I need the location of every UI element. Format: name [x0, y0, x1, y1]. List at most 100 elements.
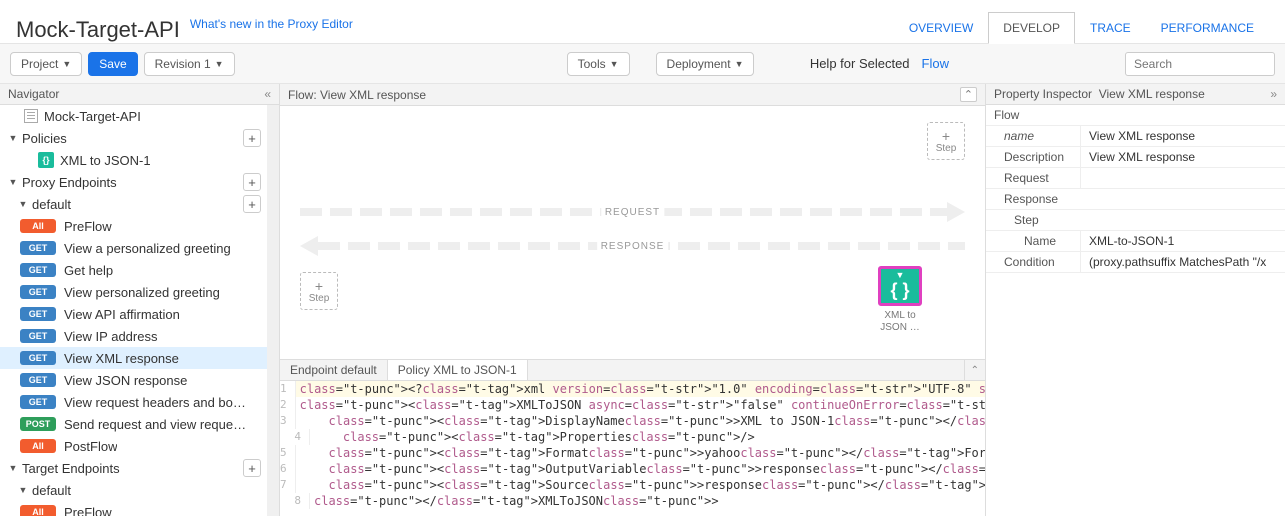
code-line[interactable]: 5 class="t-punc"><class="t-tag">Formatcl…	[280, 445, 985, 461]
verb-badge: GET	[20, 373, 56, 387]
add-target-endpoint-button[interactable]: +	[243, 459, 261, 477]
inspector-request-section: Request	[986, 168, 1285, 189]
code-line[interactable]: 3 class="t-punc"><class="t-tag">DisplayN…	[280, 413, 985, 429]
top-tabs: OVERVIEWDEVELOPTRACEPERFORMANCE	[894, 11, 1269, 43]
document-icon	[24, 109, 38, 123]
inspector-description-row: Description View XML response	[986, 147, 1285, 168]
arrow-right-icon	[947, 202, 965, 222]
request-pipeline: REQUEST	[300, 202, 965, 222]
center-panel: Flow: View XML response ⌃ + Step REQUEST…	[280, 84, 985, 516]
verb-badge: GET	[20, 263, 56, 277]
project-dropdown[interactable]: Project▼	[10, 52, 82, 76]
minimize-canvas-button[interactable]: ⌃	[960, 87, 977, 102]
verb-badge: GET	[20, 241, 56, 255]
plus-icon: +	[942, 129, 950, 143]
verb-badge: GET	[20, 329, 56, 343]
tab-performance[interactable]: PERFORMANCE	[1146, 12, 1269, 43]
flow-item[interactable]: GETView a personalized greeting	[0, 237, 279, 259]
verb-badge: All	[20, 439, 56, 453]
add-flow-button[interactable]: +	[243, 195, 261, 213]
code-line[interactable]: 2class="t-punc"><class="t-tag">XMLToJSON…	[280, 397, 985, 413]
flow-canvas-header: Flow: View XML response ⌃	[280, 84, 985, 106]
revision-dropdown[interactable]: Revision 1▼	[144, 52, 235, 76]
proxy-endpoint-item[interactable]: ▼default+	[0, 193, 279, 215]
save-button[interactable]: Save	[88, 52, 137, 76]
top-header: Mock-Target-API What's new in the Proxy …	[0, 0, 1285, 44]
policy-item[interactable]: {}XML to JSON-1	[0, 149, 279, 171]
chevron-down-icon: ▼	[8, 133, 18, 143]
policies-section[interactable]: ▼ Policies +	[0, 127, 279, 149]
code-line[interactable]: 6 class="t-punc"><class="t-tag">OutputVa…	[280, 461, 985, 477]
flow-item[interactable]: GETView personalized greeting	[0, 281, 279, 303]
minimize-editor-button[interactable]: ⌃	[964, 360, 985, 380]
tab-trace[interactable]: TRACE	[1075, 12, 1146, 43]
verb-badge: GET	[20, 351, 56, 365]
flow-item[interactable]: AllPreFlow	[0, 501, 279, 516]
flow-help-link[interactable]: Flow	[922, 56, 949, 71]
verb-badge: GET	[20, 307, 56, 321]
verb-badge: GET	[20, 395, 56, 409]
tools-dropdown[interactable]: Tools▼	[567, 52, 630, 76]
code-line[interactable]: 4 class="t-punc"><class="t-tag">Properti…	[280, 429, 985, 445]
chevron-down-icon: ▼	[8, 463, 18, 473]
policy-node-label: XML to JSON …	[875, 310, 925, 334]
page-title: Mock-Target-API	[16, 17, 180, 43]
inspector-body: Flow name View XML response Description …	[986, 105, 1285, 516]
chevron-down-icon: ▼	[18, 485, 28, 495]
flow-item[interactable]: GETView IP address	[0, 325, 279, 347]
collapse-inspector-icon[interactable]: »	[1270, 87, 1277, 101]
chevron-down-icon: ▼	[610, 59, 619, 69]
verb-badge: GET	[20, 285, 56, 299]
flow-item[interactable]: POSTSend request and view reque…	[0, 413, 279, 435]
inspector-condition-row: Condition (proxy.pathsuffix MatchesPath …	[986, 252, 1285, 273]
policy-chip[interactable]: ▼ { }	[878, 266, 922, 306]
toolbar: Project▼ Save Revision 1▼ Tools▼ Deploym…	[0, 44, 1285, 84]
flow-item[interactable]: GETGet help	[0, 259, 279, 281]
verb-badge: All	[20, 505, 56, 516]
code-line[interactable]: 1class="t-punc"><?class="t-tag">xml vers…	[280, 381, 985, 397]
code-line[interactable]: 8class="t-punc"></class="t-tag">XMLToJSO…	[280, 493, 985, 509]
code-line[interactable]: 7 class="t-punc"><class="t-tag">Sourcecl…	[280, 477, 985, 493]
flow-item[interactable]: AllPreFlow	[0, 215, 279, 237]
inspector-response-section: Response	[986, 189, 1285, 210]
add-policy-button[interactable]: +	[243, 129, 261, 147]
scrollbar[interactable]	[267, 105, 279, 516]
inspector-flow-section: Flow	[986, 105, 1285, 126]
search-input[interactable]	[1125, 52, 1275, 76]
code-editor[interactable]: 1class="t-punc"><?class="t-tag">xml vers…	[280, 381, 985, 516]
chevron-down-icon: ▼	[215, 59, 224, 69]
add-response-step-button[interactable]: + Step	[300, 272, 338, 310]
tab-overview[interactable]: OVERVIEW	[894, 12, 988, 43]
policy-icon: {}	[38, 152, 54, 168]
add-proxy-endpoint-button[interactable]: +	[243, 173, 261, 191]
inspector-name-row: name View XML response	[986, 126, 1285, 147]
flow-item[interactable]: GETView API affirmation	[0, 303, 279, 325]
flow-item[interactable]: AllPostFlow	[0, 435, 279, 457]
whats-new-link[interactable]: What's new in the Proxy Editor	[190, 17, 353, 31]
response-pipeline: RESPONSE	[300, 236, 965, 256]
target-endpoints-section[interactable]: ▼ Target Endpoints +	[0, 457, 279, 479]
chevron-down-icon: ▼	[62, 59, 71, 69]
editor-tab[interactable]: Policy XML to JSON-1	[388, 360, 528, 380]
flow-canvas: + Step REQUEST RESPONSE ▼ { }	[280, 106, 985, 359]
proxy-endpoints-section[interactable]: ▼ Proxy Endpoints +	[0, 171, 279, 193]
navigator-panel: Navigator « Mock-Target-API ▼ Policies +…	[0, 84, 280, 516]
verb-badge: All	[20, 219, 56, 233]
arrow-down-icon: ▼	[896, 271, 905, 280]
tab-develop[interactable]: DEVELOP	[988, 12, 1075, 44]
collapse-sidebar-icon[interactable]: «	[264, 87, 271, 101]
add-request-step-button[interactable]: + Step	[927, 122, 965, 160]
navigator-root[interactable]: Mock-Target-API	[0, 105, 279, 127]
inspector-header: Property Inspector View XML response »	[986, 84, 1285, 105]
policy-node-xml-to-json[interactable]: ▼ { } XML to JSON …	[875, 266, 925, 334]
plus-icon: +	[315, 279, 323, 293]
verb-badge: POST	[20, 417, 56, 431]
flow-item[interactable]: GETView JSON response	[0, 369, 279, 391]
flow-item[interactable]: GETView XML response	[0, 347, 279, 369]
deployment-dropdown[interactable]: Deployment▼	[656, 52, 755, 76]
help-for-selected-label: Help for Selected	[810, 56, 910, 71]
flow-item[interactable]: GETView request headers and bo…	[0, 391, 279, 413]
target-endpoint-item[interactable]: ▼default	[0, 479, 279, 501]
editor-tab[interactable]: Endpoint default	[280, 360, 388, 380]
response-label: RESPONSE	[597, 241, 669, 252]
